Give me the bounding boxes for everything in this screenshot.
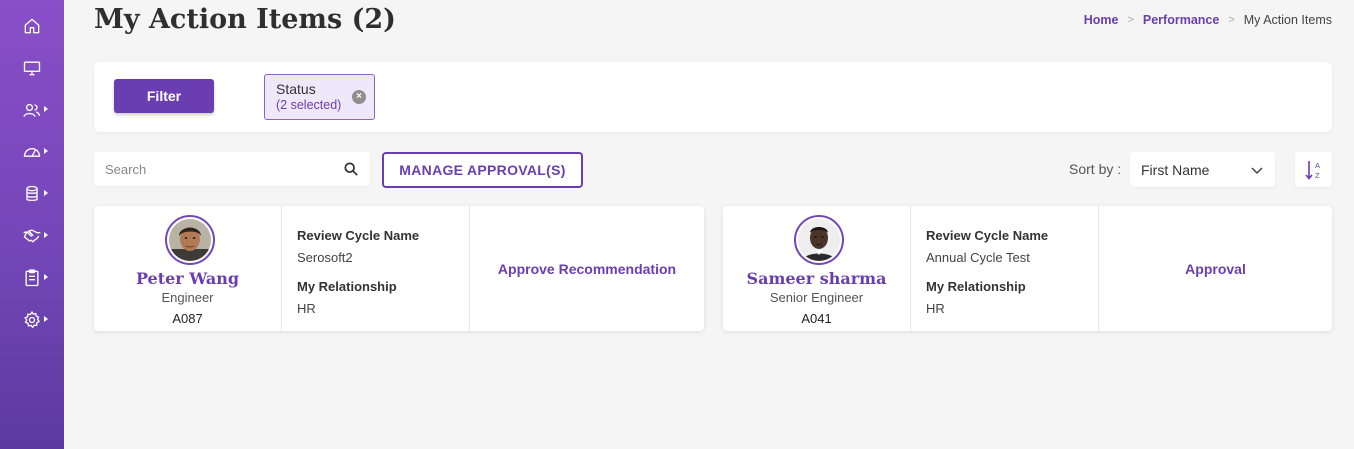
review-cycle-label: Review Cycle Name [297,228,420,243]
avatar [165,215,215,265]
employee-role: Senior Engineer [769,290,864,305]
employee-block: Peter Wang Engineer A087 [94,206,282,331]
breadcrumb-separator-icon: > [1127,14,1134,26]
expand-arrow-icon [44,232,48,238]
employee-name-link[interactable]: Sameer sharma [723,269,910,288]
expand-arrow-icon [44,106,48,112]
relationship-label: My Relationship [926,279,1026,294]
status-filter-chip[interactable]: Status (2 selected) × [264,74,375,120]
employee-block: Sameer sharma Senior Engineer A041 [723,206,911,331]
employee-id: A041 [801,311,832,326]
settings-gear-icon [24,310,41,329]
review-info: Review Cycle Name Annual Cycle Test My R… [911,206,1099,331]
relationship-label: My Relationship [297,279,397,294]
filter-button[interactable]: Filter [114,79,214,113]
breadcrumb-separator-icon: > [1228,14,1235,26]
review-info: Review Cycle Name Serosoft2 My Relations… [282,206,470,331]
search-input[interactable] [94,152,334,186]
chip-title: Status [276,81,316,97]
breadcrumb-performance[interactable]: Performance [1143,13,1219,27]
nav-database[interactable] [0,179,64,209]
review-cycle-value: Serosoft2 [297,250,353,265]
chip-selected-count: (2 selected) [276,98,342,112]
users-icon [23,103,41,117]
sort-by-select[interactable]: First Name [1130,152,1275,187]
home-icon [24,18,40,34]
sort-by-label: Sort by : [1069,161,1122,177]
handshake-icon [23,229,41,243]
avatar-photo [798,219,840,261]
nav-clipboard[interactable] [0,263,64,293]
breadcrumb-current: My Action Items [1243,13,1332,27]
sort-direction-button[interactable]: A Z [1295,152,1332,187]
expand-arrow-icon [44,190,48,196]
expand-arrow-icon [44,274,48,280]
search-box [94,152,370,186]
review-cycle-label: Review Cycle Name [926,228,1049,243]
expand-arrow-icon [44,148,48,154]
page-title: My Action Items (2) [94,4,396,35]
action-cell: Approve Recommendation [470,206,704,331]
nav-dashboard[interactable] [0,137,64,167]
relationship-value: HR [926,301,945,316]
avatar [794,215,844,265]
nav-settings[interactable] [0,305,64,335]
review-cycle-value: Annual Cycle Test [926,250,1030,265]
action-item-card: Sameer sharma Senior Engineer A041 Revie… [723,206,1332,331]
relationship-value: HR [297,301,316,316]
nav-partnership[interactable] [0,221,64,251]
approval-link[interactable]: Approval [1185,261,1246,277]
clipboard-icon [25,269,39,287]
svg-text:Z: Z [1315,171,1320,180]
employee-id: A087 [172,311,203,326]
filter-panel: Filter Status (2 selected) × [94,62,1332,132]
employee-name-link[interactable]: Peter Wang [94,269,281,288]
nav-users[interactable] [0,95,64,125]
action-item-card: Peter Wang Engineer A087 Review Cycle Na… [94,206,704,331]
expand-arrow-icon [44,316,48,322]
chevron-down-icon [1251,167,1263,175]
close-icon[interactable]: × [352,90,366,104]
sort-a-z-icon: A Z [1304,160,1320,180]
sort-by-value: First Name [1141,162,1210,178]
avatar-photo [169,219,211,261]
manage-approvals-button[interactable]: MANAGE APPROVAL(S) [382,152,583,188]
search-icon[interactable] [344,162,358,176]
database-icon [26,185,38,202]
breadcrumb-home[interactable]: Home [1084,13,1119,27]
nav-home[interactable] [0,11,64,41]
nav-monitor[interactable] [0,53,64,83]
employee-role: Engineer [161,290,214,305]
approve-recommendation-link[interactable]: Approve Recommendation [498,261,676,277]
breadcrumb: Home > Performance > My Action Items [1084,13,1332,27]
dashboard-gauge-icon [23,148,41,157]
monitor-icon [23,61,41,76]
action-cell: Approval [1099,206,1332,331]
svg-text:A: A [1315,161,1320,170]
sidebar [0,0,64,449]
